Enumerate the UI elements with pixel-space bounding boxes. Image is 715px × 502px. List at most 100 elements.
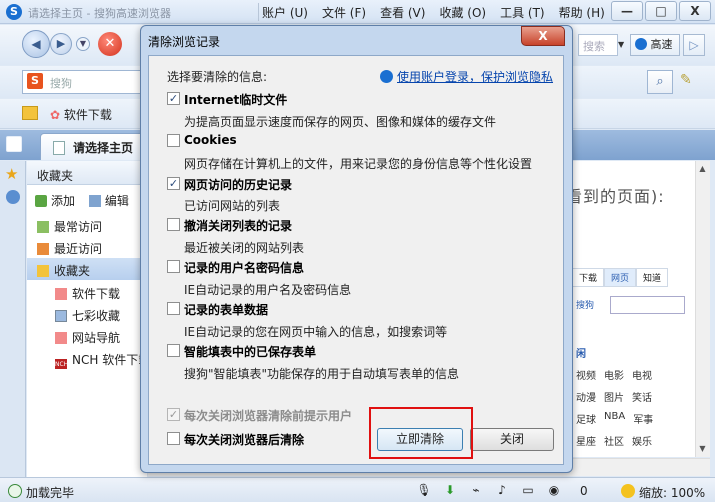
window-controls: — □ X bbox=[611, 1, 711, 21]
panel-item-recent[interactable]: 最近访问 bbox=[27, 236, 147, 258]
panel-item-nav[interactable]: 网站导航 bbox=[27, 325, 147, 347]
scroll-up-icon[interactable]: ▲ bbox=[695, 164, 710, 173]
edit-button[interactable]: 编辑 bbox=[105, 194, 129, 208]
content-link[interactable]: 军事 bbox=[633, 411, 653, 426]
content-search-input[interactable] bbox=[610, 296, 685, 314]
content-tab-know[interactable]: 知道 bbox=[636, 268, 669, 287]
screen-icon[interactable]: ▭ bbox=[520, 482, 536, 498]
menu-favorites[interactable]: 收藏 (O) bbox=[439, 4, 486, 21]
folder-icon[interactable] bbox=[22, 106, 38, 120]
content-tabs: 下载 网页 知道 bbox=[572, 268, 669, 287]
back-button[interactable]: ◀ bbox=[22, 30, 50, 58]
folder-icon bbox=[37, 265, 49, 277]
maximize-button[interactable]: □ bbox=[645, 1, 677, 21]
history-desc: 已访问网站的列表 bbox=[184, 199, 281, 213]
passwords-checkbox[interactable] bbox=[167, 260, 180, 273]
panel-title: 收藏夹 bbox=[27, 161, 147, 185]
speed-mode-button[interactable]: 高速 bbox=[630, 34, 680, 56]
history-icon[interactable] bbox=[6, 190, 20, 204]
forward-button[interactable]: ▶ bbox=[50, 33, 72, 55]
search-input[interactable]: 搜索 bbox=[578, 34, 618, 56]
tab-home[interactable]: 请选择主页 bbox=[40, 133, 150, 160]
content-link[interactable]: 动漫 bbox=[576, 389, 596, 404]
panel-item-qicai[interactable]: 七彩收藏 bbox=[27, 303, 147, 325]
sogou-icon bbox=[380, 70, 393, 83]
menu-view[interactable]: 查看 (V) bbox=[380, 4, 425, 21]
content-link[interactable]: 视频 bbox=[576, 367, 596, 382]
panel-item-nch[interactable]: NCH NCH 软件下载 bbox=[27, 347, 147, 369]
passwords-desc: IE自动记录的用户名及密码信息 bbox=[184, 283, 352, 297]
history-checkbox[interactable]: ✓ bbox=[167, 177, 180, 190]
history-dropdown-icon[interactable]: ▼ bbox=[76, 37, 90, 51]
close-dialog-button[interactable]: 关闭 bbox=[470, 428, 554, 451]
pen-icon[interactable]: ✎ bbox=[680, 72, 702, 92]
scroll-down-icon[interactable]: ▼ bbox=[695, 444, 710, 453]
temp-files-checkbox[interactable]: ✓ bbox=[167, 92, 180, 105]
panel-item-most-visited[interactable]: 最常访问 bbox=[27, 214, 147, 236]
star-icon[interactable]: ★ bbox=[5, 166, 21, 182]
content-link[interactable]: 笑话 bbox=[632, 389, 652, 404]
sound-icon[interactable]: ♪ bbox=[494, 482, 510, 498]
menu-tools[interactable]: 工具 (T) bbox=[500, 4, 545, 21]
fav-software-download[interactable]: ✿ 软件下载 bbox=[50, 106, 112, 123]
dialog-close-button[interactable]: X bbox=[521, 26, 565, 46]
prompt-before-clear-label: 每次关闭浏览器清除前提示用户 bbox=[184, 409, 353, 423]
menu-bar: 账户 (U) 文件 (F) 查看 (V) 收藏 (O) 工具 (T) 帮助 (H… bbox=[262, 4, 605, 21]
panel-item-label: 七彩收藏 bbox=[72, 309, 121, 323]
content-link[interactable]: 电视 bbox=[632, 367, 652, 382]
content-link[interactable]: 社区 bbox=[604, 433, 624, 448]
status-bar bbox=[0, 477, 715, 502]
add-button[interactable]: 添加 bbox=[51, 194, 75, 208]
clear-on-close-label: 每次关闭浏览器后清除 bbox=[184, 433, 305, 447]
smart-fill-checkbox[interactable] bbox=[167, 344, 180, 357]
content-link[interactable]: NBA bbox=[604, 411, 625, 426]
panel-item-software[interactable]: 软件下载 bbox=[27, 281, 147, 303]
prompt-before-clear-checkbox[interactable]: ✓ bbox=[167, 408, 180, 421]
address-placeholder: 搜狗 bbox=[50, 77, 72, 90]
dialog-title: 清除浏览记录 bbox=[148, 35, 221, 49]
content-link[interactable]: 足球 bbox=[576, 411, 596, 426]
eye-icon[interactable]: ◉ bbox=[546, 482, 562, 498]
smart-fill-label: 智能填表中的已保存表单 bbox=[184, 345, 317, 359]
privacy-link-text: 使用账户登录，保护浏览隐私 bbox=[397, 70, 554, 84]
sogou-logo-icon: S bbox=[6, 4, 22, 20]
go-button[interactable]: ▷ bbox=[683, 34, 705, 56]
highlight-box bbox=[369, 407, 473, 459]
download-icon[interactable]: ⬇ bbox=[442, 482, 458, 498]
content-link[interactable]: 图片 bbox=[604, 389, 624, 404]
menu-help[interactable]: 帮助 (H) bbox=[559, 4, 605, 21]
add-icon[interactable] bbox=[35, 195, 47, 207]
content-tab-download[interactable]: 下载 bbox=[572, 268, 605, 287]
minimize-button[interactable]: — bbox=[611, 1, 643, 21]
cookies-desc: 网页存储在计算机上的文件，用来记录您的身份信息等个性化设置 bbox=[184, 157, 533, 171]
menu-file[interactable]: 文件 (F) bbox=[322, 4, 366, 21]
content-link[interactable]: 电影 bbox=[604, 367, 624, 382]
content-tab-web[interactable]: 网页 bbox=[604, 268, 637, 287]
clear-on-close-checkbox[interactable] bbox=[167, 432, 180, 445]
menu-account[interactable]: 账户 (U) bbox=[262, 4, 308, 21]
search-button[interactable]: ⌕ bbox=[647, 70, 673, 94]
privacy-link[interactable]: 使用账户登录，保护浏览隐私 bbox=[380, 68, 553, 85]
content-link[interactable]: 娱乐 bbox=[632, 433, 652, 448]
network-icon[interactable]: ⌁ bbox=[468, 482, 484, 498]
panel-item-favorites[interactable]: 收藏夹 bbox=[27, 258, 147, 280]
zoom-level[interactable]: 缩放: 100% bbox=[639, 484, 705, 501]
edit-icon[interactable] bbox=[88, 195, 101, 207]
content-heading: 看到的页面): bbox=[566, 187, 665, 206]
content-link[interactable]: 星座 bbox=[576, 433, 596, 448]
search-engine-dropdown-icon[interactable]: ▼ bbox=[618, 34, 628, 56]
form-data-checkbox[interactable] bbox=[167, 302, 180, 315]
sidebar-toggle-icon[interactable] bbox=[6, 136, 22, 152]
status-icons: 🎙 ⬇ ⌁ ♪ ▭ ◉ bbox=[416, 482, 562, 498]
close-window-button[interactable]: X bbox=[679, 1, 711, 21]
stop-button[interactable]: ✕ bbox=[98, 32, 122, 56]
mic-icon[interactable]: 🎙 bbox=[416, 482, 432, 498]
temp-files-desc: 为提高页面显示速度而保存的网页、图像和媒体的缓存文件 bbox=[184, 115, 497, 129]
fav-software-download-label: 软件下载 bbox=[63, 108, 112, 122]
zoom-icon[interactable] bbox=[621, 484, 635, 498]
cookies-checkbox[interactable] bbox=[167, 134, 180, 147]
search-engine-icon: S bbox=[27, 73, 43, 89]
panel-toolbar: 添加 编辑 bbox=[27, 188, 147, 212]
closed-list-checkbox[interactable] bbox=[167, 218, 180, 231]
vertical-scrollbar[interactable] bbox=[695, 161, 710, 457]
